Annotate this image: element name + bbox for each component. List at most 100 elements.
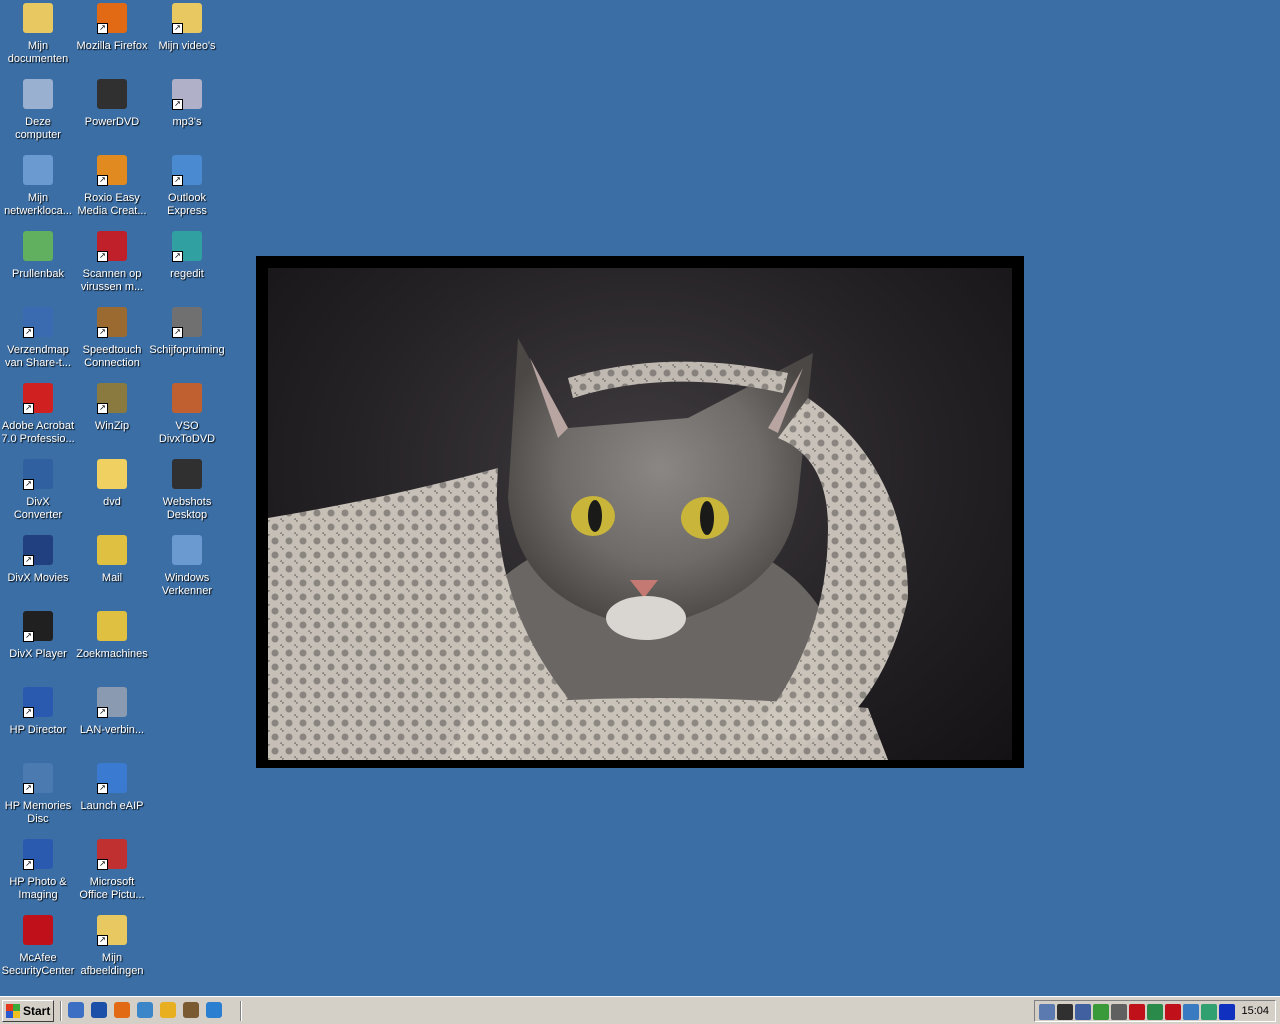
shortcut-arrow-icon: ↗ <box>97 935 108 946</box>
desktop-icon-label: dvd <box>103 496 121 508</box>
desktop-icon-label: HP Photo & Imaging <box>9 876 67 901</box>
desktop-icon[interactable]: Mijn documenten <box>0 2 76 76</box>
recycle-bin-icon <box>22 230 54 262</box>
shortcut-arrow-icon: ↗ <box>97 23 108 34</box>
msn-icon[interactable] <box>1093 1004 1109 1020</box>
desktop-icon-label: regedit <box>170 268 204 280</box>
display-icon[interactable] <box>1039 1004 1055 1020</box>
desktop-icon[interactable]: ↗ Launch eAIP <box>74 762 150 836</box>
desktop-icon[interactable]: ↗ DivX Converter <box>0 458 76 532</box>
desktop-icon[interactable]: ↗ Outlook Express <box>149 154 225 228</box>
disk-cleanup-icon: ↗ <box>171 306 203 338</box>
desktop-icon-label: DivX Converter <box>13 496 63 521</box>
desktop-icon[interactable]: dvd <box>74 458 150 532</box>
start-button[interactable]: Start <box>2 1000 54 1022</box>
desktop-icon[interactable]: ↗ HP Director <box>0 686 76 760</box>
shortcut-arrow-icon: ↗ <box>97 175 108 186</box>
firefox-icon[interactable] <box>114 1002 130 1018</box>
system-tray: 15:04 <box>1034 1000 1276 1022</box>
roxio-icon: ↗ <box>96 154 128 186</box>
camera-icon[interactable] <box>1057 1004 1073 1020</box>
outlook-express-icon: ↗ <box>171 154 203 186</box>
office-picture-icon: ↗ <box>96 838 128 870</box>
desktop-icon[interactable]: ↗ Schijfopruiming <box>149 306 225 380</box>
desktop-icon[interactable]: Zoekmachines <box>74 610 150 684</box>
desktop-icon[interactable]: ↗ HP Memories Disc <box>0 762 76 836</box>
desktop-icon-label: Verzendmap van Share-t... <box>4 344 72 369</box>
desktop[interactable]: Mijn documenten Deze computer Mijn netwerk… <box>0 0 1280 996</box>
desktop-icon[interactable]: ↗ Speedtouch Connection <box>74 306 150 380</box>
desktop-icon[interactable]: Mail <box>74 534 150 608</box>
desktop-icon-label: Schijfopruiming <box>149 344 225 356</box>
desktop-icon-label: Mijn video's <box>158 40 216 52</box>
desktop-icon[interactable]: ↗ Adobe Acrobat 7.0 Professio... <box>0 382 76 456</box>
desktop-icon[interactable]: ↗ Microsoft Office Pictu... <box>74 838 150 912</box>
firefox-icon: ↗ <box>96 2 128 34</box>
desktop-icon-label: PowerDVD <box>84 116 140 128</box>
desktop-icon-label: Deze computer <box>15 116 61 141</box>
desktop-icon[interactable]: Windows Verkenner <box>149 534 225 608</box>
mcafee-icon <box>22 914 54 946</box>
desktop-icon-label: DivX Player <box>9 648 67 660</box>
taskbar-separator <box>240 1001 242 1021</box>
security-icon[interactable] <box>1111 1004 1127 1020</box>
hp-photo-imaging-icon: ↗ <box>22 838 54 870</box>
vso-divxtodvd-icon <box>171 382 203 414</box>
shortcut-arrow-icon: ↗ <box>97 327 108 338</box>
player-icon[interactable] <box>1219 1004 1235 1020</box>
desktop-icon[interactable]: ↗ DivX Movies <box>0 534 76 608</box>
network-icon[interactable] <box>183 1002 199 1018</box>
clock[interactable]: 15:04 <box>1241 1004 1269 1018</box>
desktop-icon[interactable]: ↗ DivX Player <box>0 610 76 684</box>
desktop-icon-label: Roxio Easy Media Creat... <box>77 192 147 217</box>
show-desktop-icon[interactable] <box>68 1002 84 1018</box>
adobe-acrobat-icon: ↗ <box>22 382 54 414</box>
divx-converter-icon: ↗ <box>22 458 54 490</box>
shortcut-arrow-icon: ↗ <box>172 251 183 262</box>
desktop-icon-label: Mozilla Firefox <box>76 40 148 52</box>
desktop-icon-label: mp3's <box>172 116 202 128</box>
media-player-icon[interactable] <box>91 1002 107 1018</box>
desktop-icon-label: HP Memories Disc <box>4 800 72 825</box>
desktop-icon[interactable]: McAfee SecurityCenter <box>0 914 76 988</box>
desktop-icon-label: Zoekmachines <box>76 648 148 660</box>
regedit-icon: ↗ <box>171 230 203 262</box>
desktop-icon[interactable]: ↗ LAN-verbin... <box>74 686 150 760</box>
mp3-folder-icon: ↗ <box>171 78 203 110</box>
connection-icon[interactable] <box>1201 1004 1217 1020</box>
desktop-icon[interactable]: PowerDVD <box>74 78 150 152</box>
start-label: Start <box>23 1004 51 1018</box>
desktop-icon[interactable]: ↗ Mijn afbeeldingen <box>74 914 150 988</box>
desktop-icon[interactable]: ↗ Mijn video's <box>149 2 225 76</box>
desktop-icon[interactable]: ↗ regedit <box>149 230 225 304</box>
desktop-icon[interactable]: Prullenbak <box>0 230 76 304</box>
ati-icon[interactable] <box>1165 1004 1181 1020</box>
mcafee-icon[interactable] <box>1129 1004 1145 1020</box>
shortcut-arrow-icon: ↗ <box>97 859 108 870</box>
speedtouch-icon[interactable] <box>1147 1004 1163 1020</box>
outlook-express-icon[interactable] <box>137 1002 153 1018</box>
desktop-icon[interactable]: Deze computer <box>0 78 76 152</box>
my-computer-icon <box>22 78 54 110</box>
network-disabled-icon[interactable] <box>1075 1004 1091 1020</box>
desktop-icon[interactable]: ↗ Mozilla Firefox <box>74 2 150 76</box>
clock-app-icon[interactable] <box>160 1002 176 1018</box>
desktop-icon-label: Microsoft Office Pictu... <box>79 876 145 901</box>
desktop-icon[interactable]: ↗ Roxio Easy Media Creat... <box>74 154 150 228</box>
desktop-icon[interactable]: VSO DivxToDVD <box>149 382 225 456</box>
shortcut-arrow-icon: ↗ <box>172 23 183 34</box>
desktop-icon[interactable]: ↗ Scannen op virussen m... <box>74 230 150 304</box>
desktop-icon[interactable]: ↗ WinZip <box>74 382 150 456</box>
search-engines-icon <box>96 610 128 642</box>
desktop-icon[interactable]: ↗ HP Photo & Imaging <box>0 838 76 912</box>
help-icon[interactable] <box>1183 1004 1199 1020</box>
internet-explorer-icon[interactable] <box>206 1002 222 1018</box>
hp-memories-disc-icon: ↗ <box>22 762 54 794</box>
desktop-icon-label: Scannen op virussen m... <box>80 268 144 293</box>
desktop-icon[interactable]: Webshots Desktop <box>149 458 225 532</box>
my-pictures-icon: ↗ <box>96 914 128 946</box>
desktop-icon[interactable]: ↗ Verzendmap van Share-t... <box>0 306 76 380</box>
desktop-icon[interactable]: ↗ mp3's <box>149 78 225 152</box>
desktop-icon-label: Mijn netwerkloca... <box>4 192 72 217</box>
desktop-icon[interactable]: Mijn netwerkloca... <box>0 154 76 228</box>
